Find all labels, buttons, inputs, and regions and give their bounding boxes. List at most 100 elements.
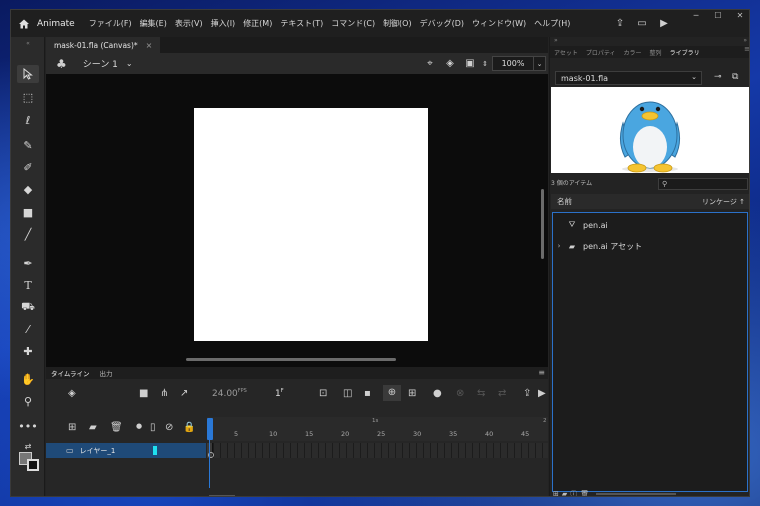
visibility-icon[interactable]: ⊘ — [165, 422, 173, 433]
delete-icon[interactable]: 🗑 — [580, 490, 589, 497]
add-folder-icon[interactable]: ▰ — [89, 422, 97, 433]
column-name[interactable]: 名前 — [557, 196, 572, 207]
insert-blank-keyframe-icon[interactable]: ◫ — [343, 388, 352, 399]
zoom-tool-icon[interactable]: ⚲ — [17, 392, 39, 410]
auto-keyframe-icon[interactable]: ⊕ — [383, 385, 401, 401]
zoom-input[interactable]: 100% — [492, 56, 534, 71]
frame-ruler[interactable]: 1s 2 5 10 15 20 25 30 35 40 45 — [207, 417, 548, 441]
share-icon[interactable]: ⇪ — [609, 18, 631, 29]
line-tool-icon[interactable]: ╱ — [17, 225, 39, 243]
camera-icon[interactable]: ■ — [139, 388, 148, 399]
new-folder-icon[interactable]: ▰ — [562, 490, 567, 497]
clip-content-icon[interactable]: ◈ — [440, 58, 460, 69]
stage-area[interactable] — [46, 74, 548, 367]
delete-layer-icon[interactable]: 🗑 — [110, 422, 123, 433]
properties-icon[interactable]: ⓘ — [570, 489, 577, 497]
pin-tool-icon[interactable]: ✚ — [17, 342, 39, 360]
free-transform-tool-icon[interactable]: ⬚ — [17, 88, 39, 106]
library-document-select[interactable]: mask-01.fla ⌄ — [555, 71, 702, 85]
lock-icon[interactable]: 🔒 — [183, 422, 195, 433]
fit-stage-icon[interactable]: ▣ — [460, 58, 480, 69]
panel-menu-icon[interactable]: ≡ — [744, 45, 749, 53]
selection-tool-icon[interactable] — [17, 65, 39, 83]
eyedropper-tool-icon[interactable]: ⁄ — [17, 320, 39, 338]
library-scrollbar[interactable] — [596, 493, 676, 495]
panel-menu-icon[interactable]: ≡ — [538, 368, 545, 377]
add-layer-icon[interactable]: ⊞ — [68, 422, 76, 433]
tab-timeline[interactable]: タイムライン — [46, 368, 95, 378]
export-icon[interactable]: ⇪ — [523, 388, 531, 399]
toolbar-collapse-icon[interactable]: « — [17, 39, 39, 47]
onion-skin-icon[interactable]: ● — [433, 388, 442, 399]
menu-control[interactable]: 制御(O) — [383, 18, 412, 29]
play-icon[interactable]: ▶ — [538, 388, 546, 399]
list-item[interactable]: › ▰ pen.ai アセット — [553, 239, 747, 253]
layers-icon[interactable]: ◈ — [68, 388, 76, 399]
tab-library[interactable]: ライブラリ — [666, 48, 704, 57]
menu-edit[interactable]: 編集(E) — [140, 18, 167, 29]
pen-tool-icon[interactable]: ✒ — [17, 254, 39, 272]
menu-text[interactable]: テキスト(T) — [280, 18, 323, 29]
insert-keyframe-icon[interactable]: ⊡ — [319, 388, 327, 399]
chevron-down-icon[interactable]: ⌄ — [126, 59, 133, 68]
pin-library-icon[interactable]: ⊸ — [714, 72, 722, 82]
tab-align[interactable]: 整列 — [646, 48, 666, 57]
home-icon[interactable] — [11, 10, 37, 37]
paint-bucket-tool-icon[interactable]: ⛟ — [17, 298, 39, 316]
more-tools-icon[interactable]: ••• — [17, 417, 39, 435]
eraser-tool-icon[interactable]: ◆ — [17, 180, 39, 198]
menu-view[interactable]: 表示(V) — [175, 18, 203, 29]
paint-brush-tool-icon[interactable]: ✐ — [17, 158, 39, 176]
library-search-input[interactable]: ⚲ — [658, 178, 748, 190]
layer-row[interactable]: ▭ レイヤー_1 — [46, 443, 206, 458]
step-back-icon[interactable]: ⇆ — [477, 388, 485, 399]
tab-properties[interactable]: プロパティ — [582, 48, 620, 57]
hand-tool-icon[interactable]: ✋ — [17, 370, 39, 388]
vertical-scrollbar[interactable] — [541, 189, 544, 259]
new-symbol-icon[interactable]: ⊞ — [553, 490, 559, 497]
highlight-icon[interactable]: ● — [136, 422, 142, 430]
tab-assets[interactable]: アセット — [550, 48, 582, 57]
menu-debug[interactable]: デバッグ(D) — [420, 18, 464, 29]
horizontal-scrollbar[interactable] — [186, 358, 396, 361]
stage-canvas[interactable] — [194, 108, 428, 341]
maximize-icon[interactable]: ☐ — [707, 10, 729, 24]
current-frame[interactable]: 1F — [275, 388, 284, 399]
tab-close-icon[interactable]: × — [146, 41, 153, 50]
playhead[interactable] — [207, 418, 213, 440]
create-tween-icon[interactable]: ⊞ — [408, 388, 416, 399]
menu-help[interactable]: ヘルプ(H) — [534, 18, 570, 29]
center-stage-icon[interactable]: ⌖ — [420, 58, 440, 69]
layer-name[interactable]: レイヤー_1 — [80, 446, 116, 456]
rectangle-tool-icon[interactable]: ■ — [17, 203, 39, 221]
zoom-dropdown-icon[interactable]: ⌄ — [534, 56, 546, 71]
list-item[interactable]: ⛛ pen.ai — [553, 218, 747, 232]
close-icon[interactable]: ✕ — [729, 10, 749, 24]
lasso-tool-icon[interactable]: ℓ — [17, 111, 39, 129]
layer-parenting-icon[interactable]: ⋔ — [160, 388, 168, 399]
column-linkage[interactable]: リンケージ ↑ — [702, 197, 745, 207]
timeline-scrollbar[interactable] — [209, 495, 235, 496]
step-forward-icon[interactable]: ⇄ — [498, 388, 506, 399]
menu-window[interactable]: ウィンドウ(W) — [472, 18, 526, 29]
menu-commands[interactable]: コマンド(C) — [331, 18, 375, 29]
chevron-right-icon[interactable]: › — [553, 242, 565, 250]
tab-color[interactable]: カラー — [620, 48, 646, 57]
graph-icon[interactable]: ↗ — [180, 388, 188, 399]
panel-expand-icon[interactable]: » — [743, 37, 747, 44]
new-library-panel-icon[interactable]: ⧉ — [732, 72, 738, 82]
blank-keyframe[interactable] — [207, 443, 214, 458]
test-movie-icon[interactable]: ▶ — [653, 18, 675, 29]
zoom-stepper-icon[interactable]: ⇕ — [480, 60, 490, 68]
minimize-icon[interactable]: ─ — [685, 10, 707, 24]
layer-frames[interactable] — [207, 443, 548, 458]
tab-output[interactable]: 出力 — [95, 368, 118, 378]
menu-file[interactable]: ファイル(F) — [89, 18, 132, 29]
brush-tool-icon[interactable]: ✎ — [17, 136, 39, 154]
insert-frame-icon[interactable]: ▪ — [364, 388, 371, 399]
panel-collapse-icon[interactable]: » — [554, 37, 558, 44]
fps-display[interactable]: 24.00FPS — [212, 388, 247, 399]
fill-color-swatch[interactable] — [27, 459, 39, 471]
document-tab[interactable]: mask-01.fla (Canvas)* × — [46, 37, 161, 53]
edit-symbols-icon[interactable]: ♣ — [56, 57, 67, 71]
